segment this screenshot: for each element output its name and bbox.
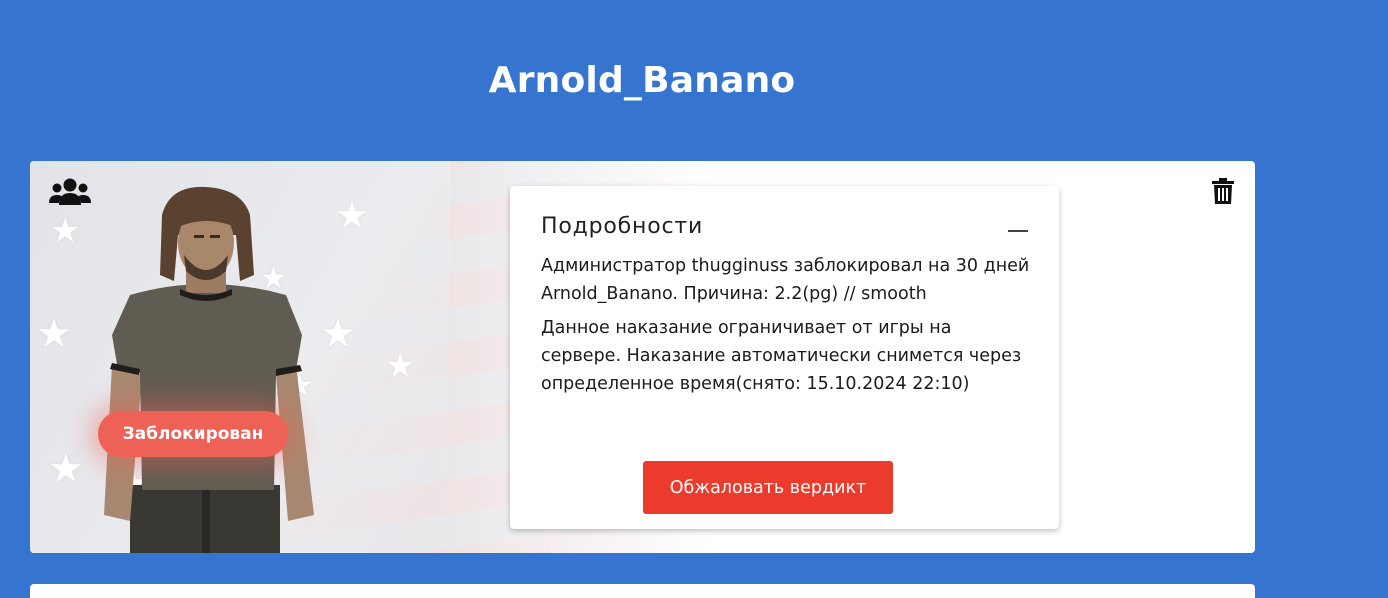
flag-star: ★: [335, 193, 370, 237]
trash-icon[interactable]: [1212, 178, 1234, 204]
status-badge: Заблокирован: [98, 411, 288, 457]
minus-icon: [1008, 230, 1028, 232]
punishment-card: ★ ★ ★ ★ ★ ★ ★ ★ ★: [30, 161, 1255, 553]
page: Arnold_Banano ★ ★ ★ ★ ★ ★ ★ ★ ★: [0, 0, 1388, 598]
punishment-description: Администратор thugginuss заблокировал на…: [541, 256, 1030, 304]
details-title: Подробности: [541, 214, 704, 239]
collapse-button[interactable]: [1004, 220, 1032, 242]
flag-star: ★: [385, 346, 416, 386]
flag-star: ★: [48, 446, 84, 492]
flag-star: ★: [36, 311, 72, 357]
flag-star: ★: [50, 211, 81, 251]
punishment-note: Данное наказание ограничивает от игры на…: [541, 318, 1022, 394]
appeal-button[interactable]: Обжаловать вердикт: [643, 461, 893, 514]
player-avatar: [104, 186, 314, 553]
details-panel: Подробности Администратор thugginuss заб…: [510, 186, 1059, 529]
next-card: [30, 584, 1255, 598]
users-group-icon[interactable]: [48, 177, 92, 207]
page-title: Arnold_Banano: [488, 60, 796, 101]
